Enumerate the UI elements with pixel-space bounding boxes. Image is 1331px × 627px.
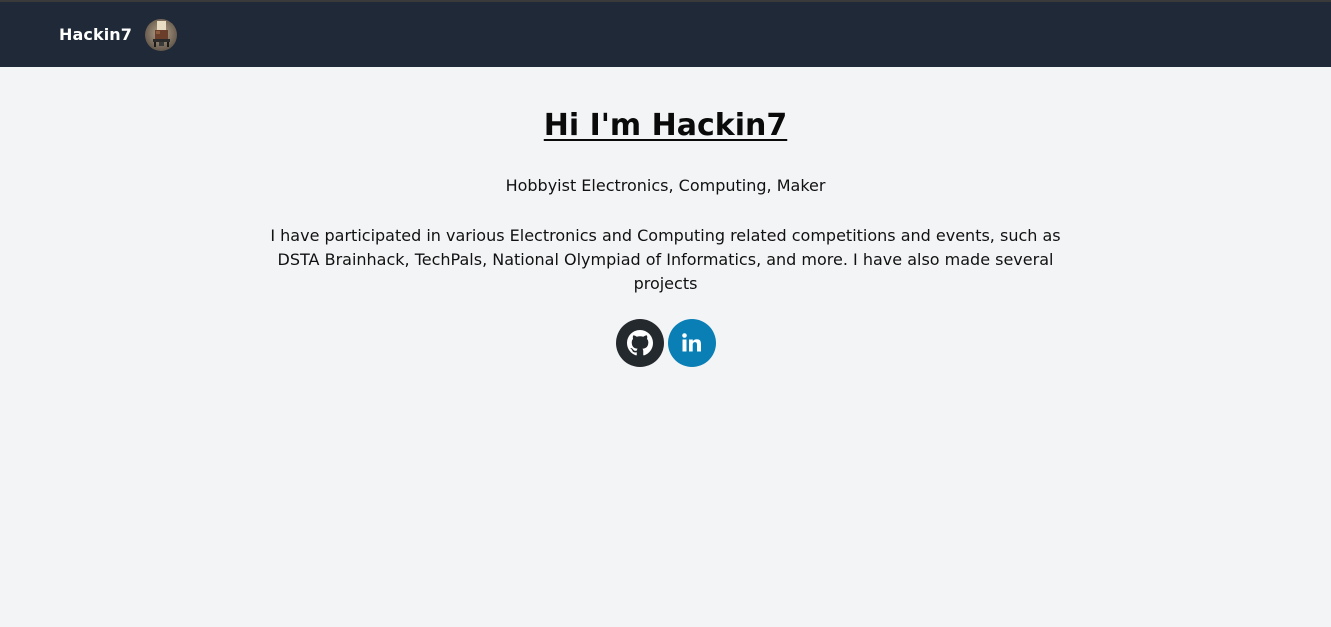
linkedin-icon bbox=[680, 331, 704, 355]
navbar: Hackin7 bbox=[0, 2, 1331, 67]
page-title: Hi I'm Hackin7 bbox=[543, 108, 788, 143]
social-links bbox=[615, 319, 716, 367]
brand-name: Hackin7 bbox=[59, 25, 133, 44]
avatar bbox=[145, 18, 178, 51]
bio-paragraph: I have participated in various Electroni… bbox=[270, 226, 1061, 293]
linkedin-button[interactable] bbox=[667, 319, 716, 367]
github-button[interactable] bbox=[615, 319, 664, 367]
github-icon bbox=[626, 330, 653, 356]
subtitle: Hobbyist Electronics, Computing, Maker bbox=[505, 176, 826, 195]
hero-section: Hi I'm Hackin7 Hobbyist Electronics, Com… bbox=[0, 67, 1331, 367]
brand-link[interactable]: Hackin7 bbox=[59, 18, 178, 51]
